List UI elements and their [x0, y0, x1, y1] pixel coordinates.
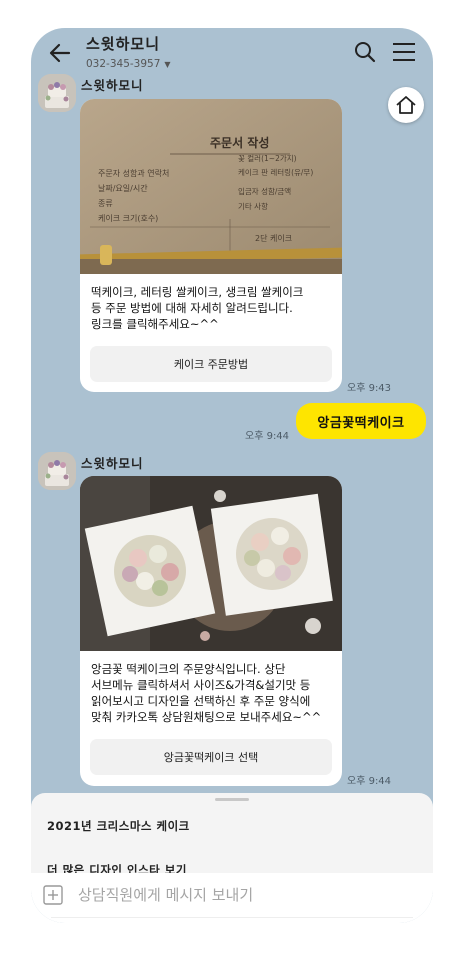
cake-avatar-image: [38, 74, 76, 112]
chat-header: 스윗하모니 032-345-3957 ▼: [31, 28, 433, 76]
message-text: 떡케이크, 레터링 쌀케이크, 생크림 쌀케이크 등 주문 방법에 대해 자세히…: [91, 285, 304, 331]
message-input-bar: [31, 873, 433, 923]
phone-number: 032-345-3957: [86, 58, 161, 70]
chat-room-phone[interactable]: 032-345-3957 ▼: [86, 58, 171, 70]
sender-avatar[interactable]: [38, 74, 76, 112]
message-time: 오후 9:44: [347, 776, 392, 787]
home-button[interactable]: [388, 87, 424, 123]
cake-order-method-button[interactable]: 케이크 주문방법: [90, 346, 332, 382]
my-message-bubble: 앙금꽃떡케이크: [296, 403, 426, 439]
sender-avatar[interactable]: [38, 452, 76, 490]
image-form-line: 2단 케이크: [255, 233, 292, 243]
message-time: 오후 9:43: [347, 383, 392, 394]
image-form-line: 입금자 성함/금액: [238, 186, 291, 196]
back-arrow-icon[interactable]: [47, 40, 73, 66]
flower-cake-image: [80, 476, 342, 651]
image-form-line: 종류: [98, 199, 113, 208]
image-form-line: 케이크 판 레터링(유/무): [238, 167, 313, 177]
search-icon[interactable]: [354, 41, 376, 63]
message-input[interactable]: [78, 881, 398, 909]
chat-title-area[interactable]: 스윗하모니 032-345-3957 ▼: [86, 33, 171, 70]
sheet-drag-handle[interactable]: [215, 798, 249, 801]
image-form-line: 주문자 성함과 연락처: [98, 168, 169, 178]
message-card: 앙금꽃 떡케이크의 주문양식입니다. 상단 서브메뉴 클릭하셔서 사이즈&가격&…: [80, 476, 342, 786]
message-time: 오후 9:44: [245, 431, 290, 442]
plus-square-icon[interactable]: [43, 885, 63, 905]
sender-name: 스윗하모니: [81, 78, 144, 93]
flower-cake-select-button[interactable]: 앙금꽃떡케이크 선택: [90, 739, 332, 775]
image-heading-text: 주문서 작성: [210, 135, 269, 150]
sender-name: 스윗하모니: [81, 456, 144, 471]
input-divider: [51, 917, 413, 918]
message-text: 앙금꽃 떡케이크의 주문양식입니다. 상단 서브메뉴 클릭하셔서 사이즈&가격&…: [91, 662, 322, 724]
caret-down-icon: ▼: [164, 59, 171, 69]
chat-room-title: 스윗하모니: [86, 35, 161, 53]
image-form-line: 케이크 크기(호수): [98, 213, 158, 223]
home-icon: [396, 96, 416, 114]
message-card: 주문서 작성 주문자 성함과 연락처 날짜/요일/시간 종류 케이크 크기(호수…: [80, 99, 342, 392]
hamburger-menu-icon[interactable]: [392, 41, 416, 63]
chat-screen: 스윗하모니 032-345-3957 ▼ 스윗하모니 주문서 작성 주문자 성함…: [31, 28, 433, 923]
image-form-line: 날짜/요일/시간: [98, 183, 148, 193]
order-form-image: 주문서 작성 주문자 성함과 연락처 날짜/요일/시간 종류 케이크 크기(호수…: [80, 99, 342, 274]
image-form-line: 꽃 컬러(1~2가지): [238, 154, 297, 163]
menu-item-christmas-cake[interactable]: 2021년 크리스마스 케이크: [47, 818, 190, 834]
image-form-line: 기타 사항: [238, 202, 268, 211]
cake-avatar-image: [38, 452, 76, 490]
